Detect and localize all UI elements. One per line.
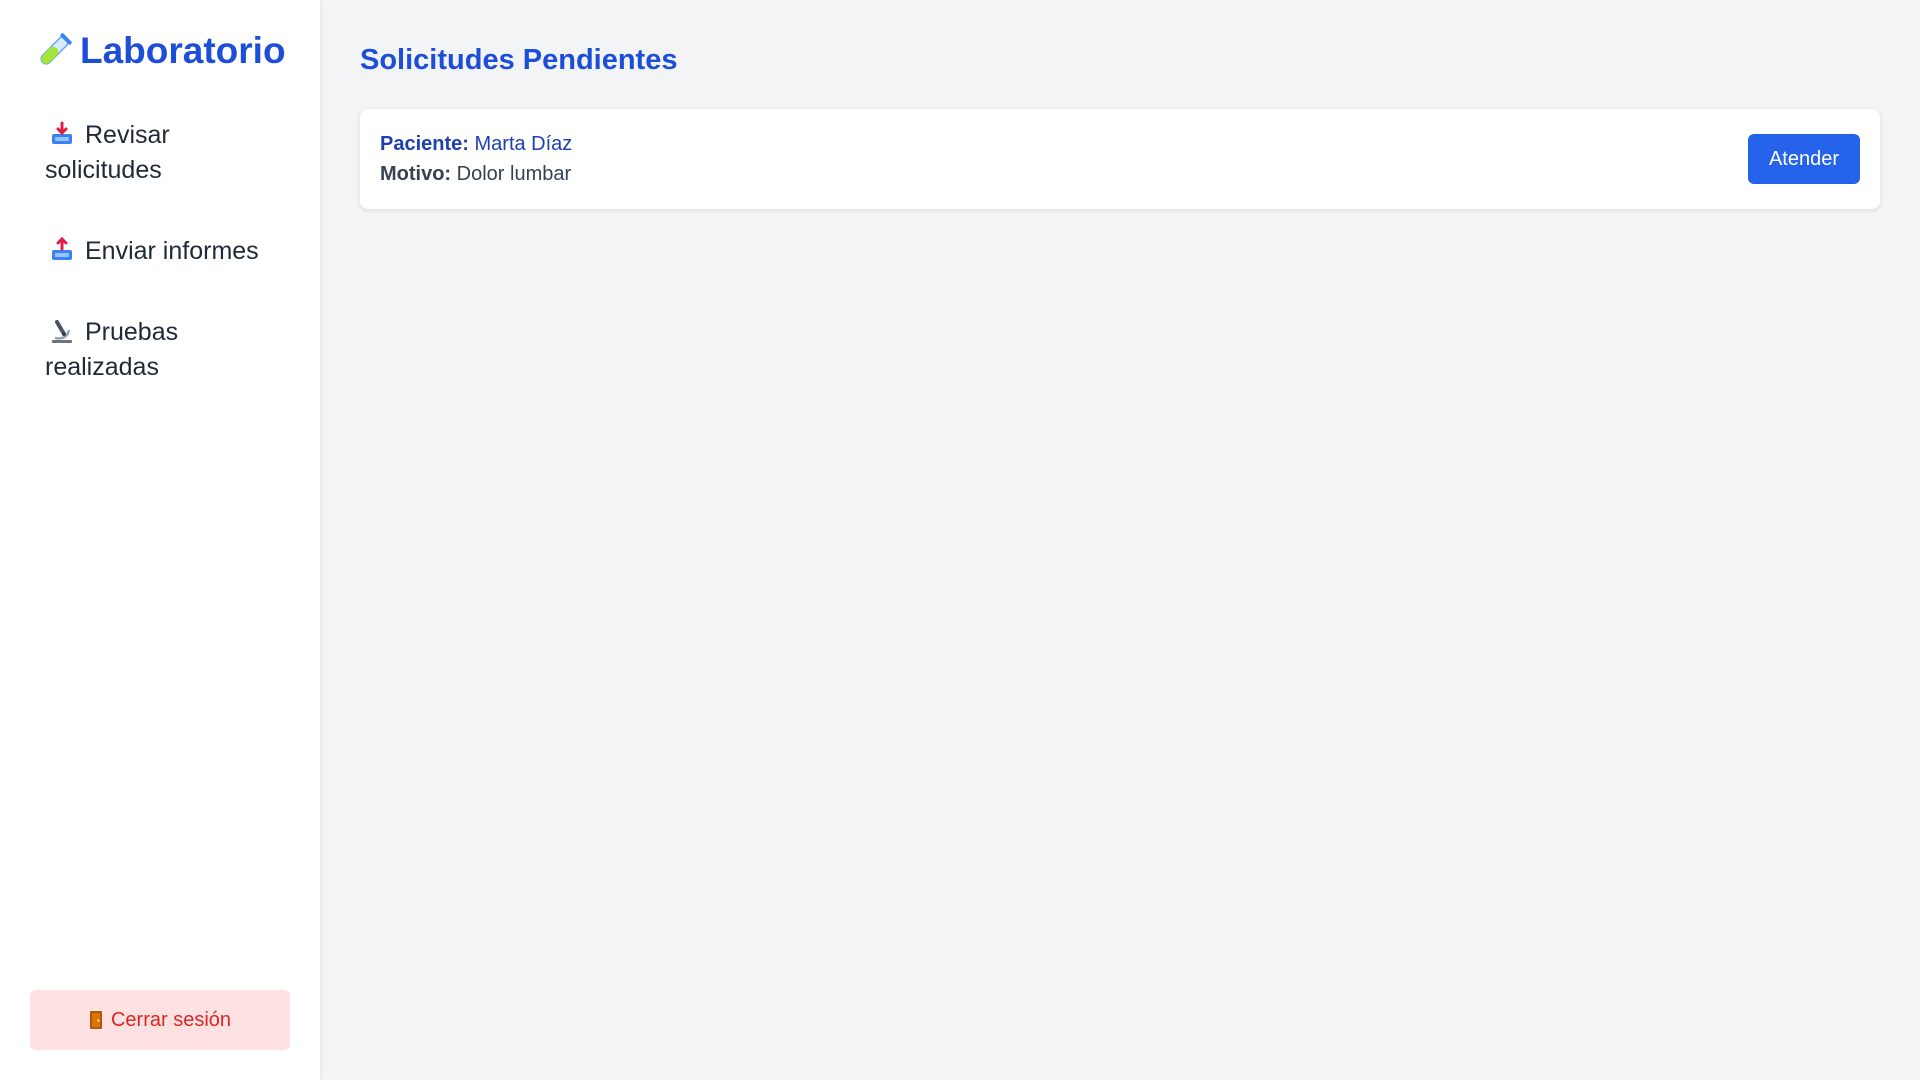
reason-label: Motivo:: [380, 163, 452, 185]
patient-name: Marta Díaz: [474, 133, 573, 155]
patient-label: Paciente:: [380, 133, 469, 155]
main-content: Solicitudes Pendientes Paciente: Marta D…: [320, 0, 1920, 1080]
sidebar-item-enviar-informes[interactable]: Enviar informes: [45, 234, 275, 269]
logout-button[interactable]: Cerrar sesión: [30, 990, 290, 1050]
reason-value: Dolor lumbar: [456, 163, 572, 185]
attend-button[interactable]: Atender: [1748, 134, 1860, 184]
brand-title: Laboratorio: [80, 30, 286, 71]
outbox-tray-icon: [49, 236, 75, 263]
sidebar-nav: Revisar solicitudes Enviar informes Prue…: [30, 118, 290, 385]
patient-row: Paciente: Marta Díaz: [380, 129, 572, 159]
app-root: Laboratorio Revisar solicitudes Enviar i…: [0, 0, 1920, 1080]
inbox-tray-icon: [49, 121, 75, 147]
sidebar-item-label: Enviar informes: [85, 237, 259, 265]
request-info: Paciente: Marta Díaz Motivo: Dolor lumba…: [380, 129, 572, 189]
sidebar-item-revisar-solicitudes[interactable]: Revisar solicitudes: [45, 118, 275, 188]
page-title: Solicitudes Pendientes: [360, 44, 678, 76]
brand: Laboratorio: [36, 30, 290, 72]
reason-row: Motivo: Dolor lumbar: [380, 159, 572, 189]
request-card: Paciente: Marta Díaz Motivo: Dolor lumba…: [360, 109, 1880, 209]
test-tube-icon: [36, 31, 72, 71]
sidebar: Laboratorio Revisar solicitudes Enviar i…: [0, 0, 320, 1080]
logout-label: Cerrar sesión: [110, 1008, 232, 1031]
sidebar-item-pruebas-realizadas[interactable]: Pruebas realizadas: [45, 315, 275, 385]
microscope-icon: [49, 318, 75, 344]
door-icon: [89, 1010, 103, 1030]
